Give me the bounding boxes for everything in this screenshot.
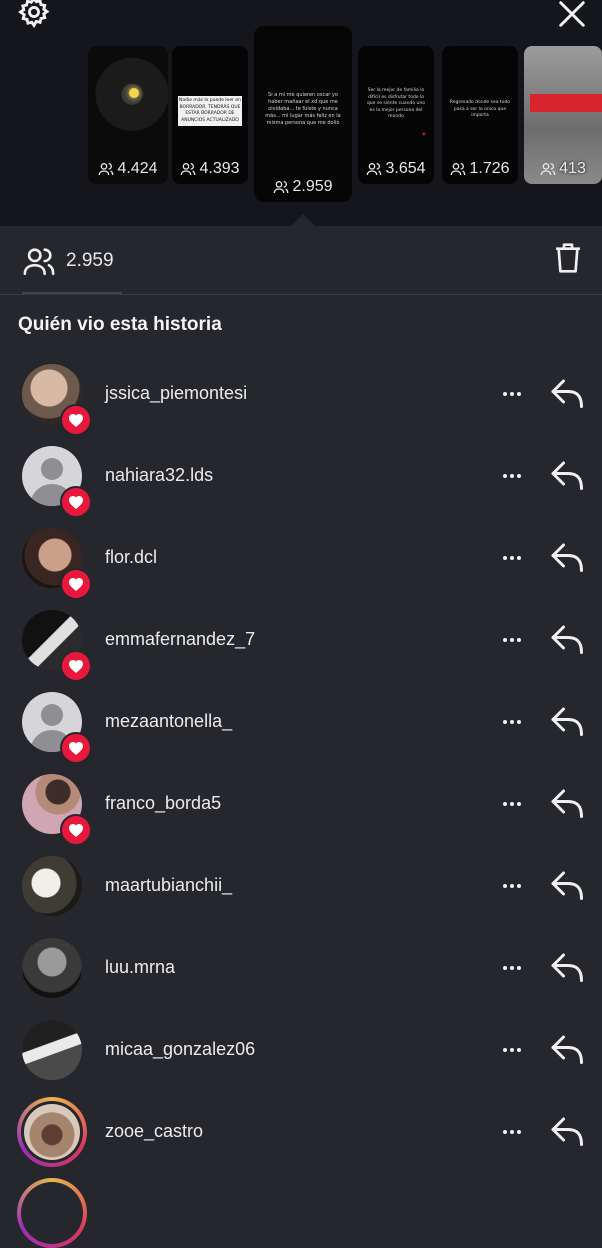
avatar-story-ring[interactable] xyxy=(17,1097,87,1167)
viewer-row[interactable]: luu.mrna xyxy=(0,938,602,1020)
people-icon xyxy=(367,163,382,176)
more-icon[interactable] xyxy=(499,382,525,406)
story-thumbnail[interactable]: Nadie más lo puede leer en BORRADOR. TEN… xyxy=(172,46,248,184)
reply-arrow-icon[interactable] xyxy=(550,950,586,989)
username[interactable]: flor.dcl xyxy=(105,547,157,568)
story-view-count: 4.393 xyxy=(172,160,248,178)
username[interactable]: luu.mrna xyxy=(105,957,175,978)
story-view-count: 413 xyxy=(524,160,602,178)
story-thumbnail[interactable]: Regresado donde sea todo pasa a ser lo ú… xyxy=(442,46,518,184)
story-text: Si a mi me quieren oscar yo haber mañaar… xyxy=(265,92,341,126)
heart-icon: ♥ xyxy=(422,132,426,138)
viewer-row[interactable]: maartubianchii_ xyxy=(0,856,602,938)
people-icon xyxy=(274,181,289,194)
people-icon xyxy=(99,163,114,176)
story-text: Regresado donde sea todo pasa a ser lo ú… xyxy=(449,100,511,118)
avatar[interactable] xyxy=(22,1020,82,1080)
username[interactable]: zooe_castro xyxy=(105,1121,203,1142)
more-icon[interactable] xyxy=(499,1038,525,1062)
username[interactable]: micaa_gonzalez06 xyxy=(105,1039,255,1060)
viewer-row[interactable]: nahiara32.lds xyxy=(0,446,602,528)
viewer-row[interactable]: emmafernandez_7 xyxy=(0,610,602,692)
more-icon[interactable] xyxy=(499,1120,525,1144)
avatar[interactable] xyxy=(22,856,82,916)
story-view-count: 2.959 xyxy=(254,178,352,196)
people-icon xyxy=(451,163,466,176)
reply-arrow-icon[interactable] xyxy=(550,458,586,497)
username[interactable]: franco_borda5 xyxy=(105,793,221,814)
more-icon[interactable] xyxy=(499,874,525,898)
more-icon[interactable] xyxy=(499,464,525,488)
story-thumbnail[interactable]: 413 xyxy=(524,46,602,184)
username[interactable]: mezaantonella_ xyxy=(105,711,232,732)
viewer-row[interactable]: micaa_gonzalez06 xyxy=(0,1020,602,1102)
avatar[interactable] xyxy=(22,938,82,998)
story-thumbnail-selected[interactable]: Si a mi me quieren oscar yo haber mañaar… xyxy=(254,26,352,202)
story-thumbnail[interactable]: 4.424 xyxy=(88,46,168,184)
story-text: Ser la mejor de familia lo difícil es di… xyxy=(366,88,426,119)
viewer-row[interactable]: jssica_piemontesi xyxy=(0,364,602,446)
reply-arrow-icon[interactable] xyxy=(550,1114,586,1153)
reply-arrow-icon[interactable] xyxy=(550,376,586,415)
viewer-row[interactable]: mezaantonella_ xyxy=(0,692,602,774)
heart-icon xyxy=(60,486,92,518)
reply-arrow-icon[interactable] xyxy=(550,868,586,907)
reply-arrow-icon[interactable] xyxy=(550,1032,586,1071)
close-icon[interactable] xyxy=(550,0,594,34)
people-icon xyxy=(181,163,196,176)
trash-icon[interactable] xyxy=(552,240,584,281)
avatar-story-ring[interactable] xyxy=(17,1178,87,1248)
story-thumbnail[interactable]: Ser la mejor de familia lo difícil es di… xyxy=(358,46,434,184)
section-title: Quién vio esta historia xyxy=(18,314,222,335)
reply-arrow-icon[interactable] xyxy=(550,540,586,579)
username[interactable]: emmafernandez_7 xyxy=(105,629,255,650)
more-icon[interactable] xyxy=(499,710,525,734)
reply-arrow-icon[interactable] xyxy=(550,786,586,825)
story-view-count: 1.726 xyxy=(442,160,518,178)
more-icon[interactable] xyxy=(499,792,525,816)
heart-icon xyxy=(60,650,92,682)
reply-arrow-icon[interactable] xyxy=(550,622,586,661)
more-icon[interactable] xyxy=(499,546,525,570)
story-view-count: 4.424 xyxy=(88,160,168,178)
heart-icon xyxy=(60,814,92,846)
people-icon[interactable] xyxy=(22,244,56,283)
gear-icon[interactable] xyxy=(14,0,54,32)
username[interactable]: jssica_piemontesi xyxy=(105,383,247,404)
viewers-count[interactable]: 2.959 xyxy=(66,250,114,272)
more-icon[interactable] xyxy=(499,628,525,652)
viewer-row[interactable]: franco_borda5 xyxy=(0,774,602,856)
story-red-banner xyxy=(530,94,602,112)
story-strip: 4.424 Nadie más lo puede leer en BORRADO… xyxy=(0,0,602,227)
reply-arrow-icon[interactable] xyxy=(550,704,586,743)
username[interactable]: nahiara32.lds xyxy=(105,465,213,486)
story-location-marker xyxy=(129,88,139,98)
story-text: Nadie más lo puede leer en BORRADOR. TEN… xyxy=(178,96,242,126)
heart-icon xyxy=(60,404,92,436)
heart-icon xyxy=(60,568,92,600)
story-view-count: 3.654 xyxy=(358,160,434,178)
username[interactable]: maartubianchii_ xyxy=(105,875,232,896)
viewer-row[interactable]: zooe_castro xyxy=(0,1097,602,1184)
viewer-row[interactable]: flor.dcl xyxy=(0,528,602,610)
people-icon xyxy=(540,163,556,176)
heart-icon xyxy=(60,732,92,764)
more-icon[interactable] xyxy=(499,956,525,980)
story-stats-bar: 2.959 xyxy=(0,226,602,294)
divider xyxy=(0,294,602,295)
